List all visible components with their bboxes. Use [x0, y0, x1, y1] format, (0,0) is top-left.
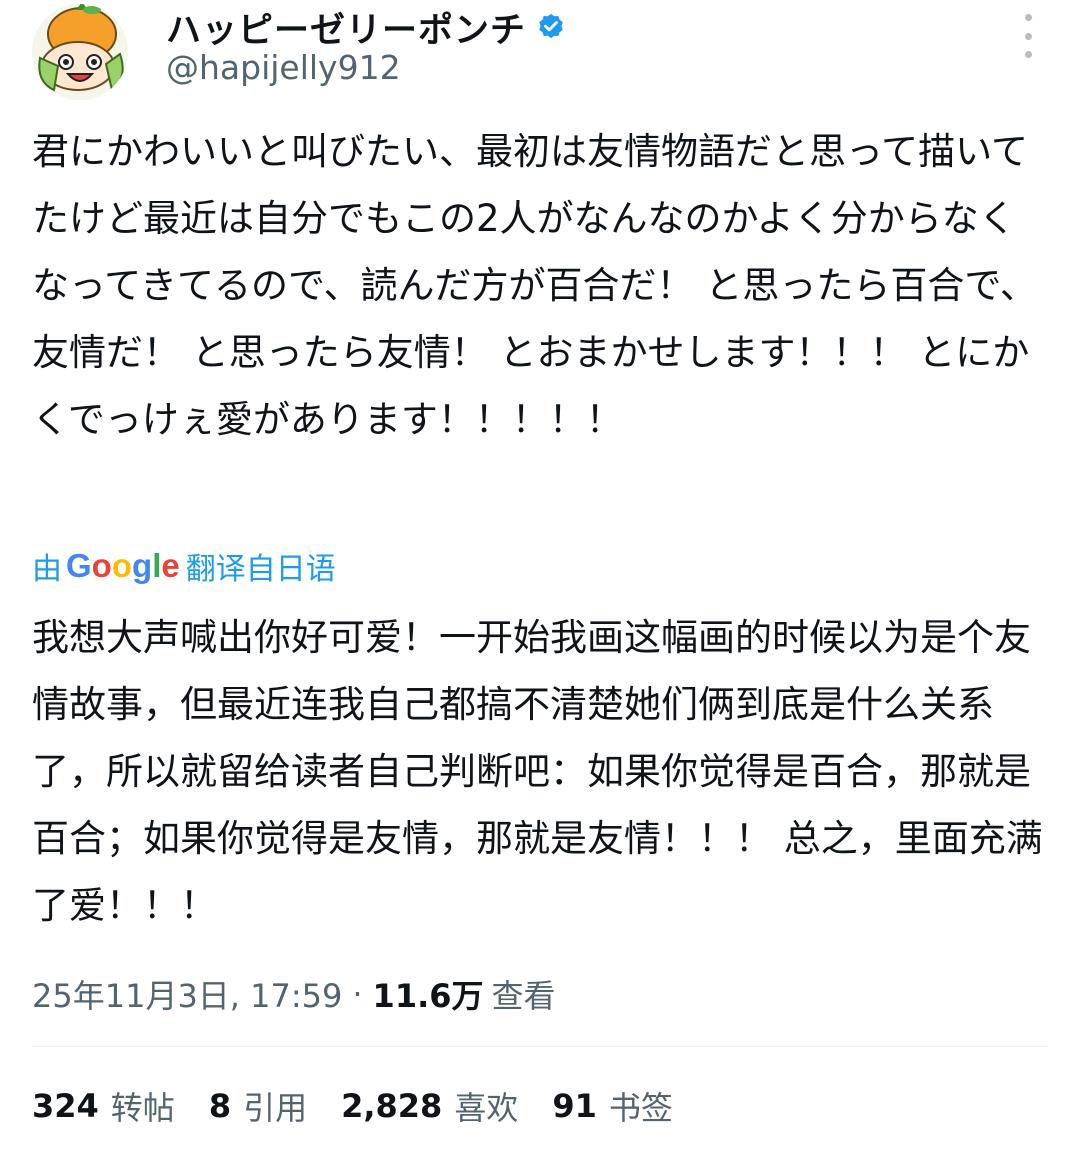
author-display-name[interactable]: ハッピーゼリーポンチ	[166, 2, 526, 53]
bookmarks-stat[interactable]: 91 书签	[552, 1083, 673, 1129]
bookmarks-label: 书签	[608, 1089, 673, 1127]
quotes-count: 8	[208, 1087, 232, 1125]
orange-hat-cartoon-avatar	[32, 4, 128, 100]
views-count: 11.6万	[372, 977, 484, 1015]
likes-count: 2,828	[341, 1087, 443, 1125]
verified-badge-icon	[536, 12, 566, 42]
tweet-timestamp[interactable]: 25年11月3日, 17:59	[32, 971, 342, 1017]
translation-attribution[interactable]: 由 Google 翻译自日语	[32, 542, 336, 590]
bookmarks-count: 91	[552, 1087, 597, 1125]
tweet-detail: ハッピーゼリーポンチ @hapijelly912 君にかわいいと叫びたい、最初は…	[0, 0, 1080, 1174]
likes-stat[interactable]: 2,828 喜欢	[341, 1083, 518, 1129]
quotes-label: 引用	[243, 1089, 308, 1127]
reposts-count: 324	[32, 1087, 99, 1125]
engagement-stats: 324 转帖 8 引用 2,828 喜欢 91 书签	[32, 1078, 707, 1134]
more-options-icon[interactable]	[1014, 14, 1042, 58]
likes-label: 喜欢	[454, 1089, 519, 1127]
translation-suffix: 翻译自日语	[185, 552, 336, 587]
translation-prefix: 由	[32, 552, 62, 587]
translated-text: 我想大声喊出你好可爱！一开始我画这幅画的时候以为是个友情故事，但最近连我自己都搞…	[32, 616, 1043, 927]
divider	[32, 1046, 1048, 1047]
meta-separator: ·	[352, 975, 363, 1013]
google-logo: Google	[66, 547, 180, 584]
quotes-stat[interactable]: 8 引用	[209, 1083, 307, 1129]
reposts-label: 转帖	[110, 1089, 175, 1127]
views-label: 查看	[491, 977, 556, 1015]
author-name-row: ハッピーゼリーポンチ	[166, 2, 566, 52]
reposts-stat[interactable]: 324 转帖	[32, 1083, 175, 1129]
tweet-meta: 25年11月3日, 17:59 · 11.6万 查看	[32, 966, 556, 1022]
tweet-text: 君にかわいいと叫びたい、最初は友情物語だと思って描いてたけど最近は自分でもこの2…	[32, 130, 1037, 441]
author-handle[interactable]: @hapijelly912	[166, 48, 401, 87]
avatar[interactable]	[32, 4, 128, 100]
